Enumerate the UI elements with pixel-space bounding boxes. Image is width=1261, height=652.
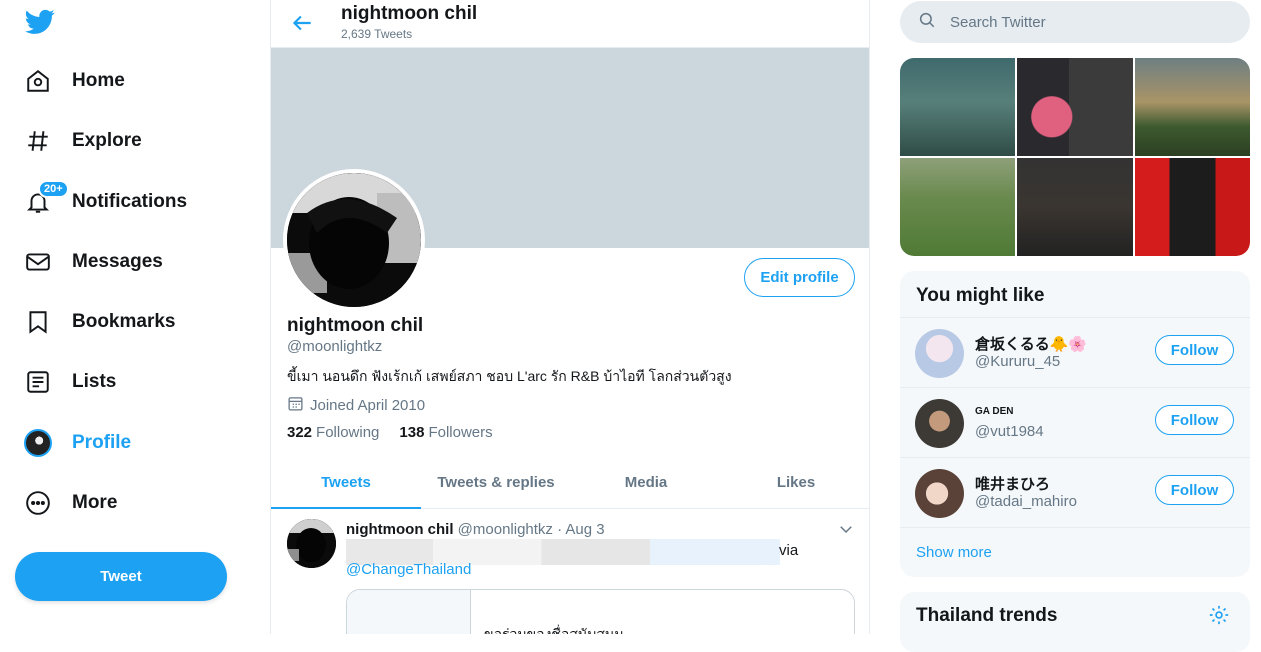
profile-stats: 322 Following 138 Followers <box>287 424 513 441</box>
twitter-logo-icon[interactable] <box>25 9 55 35</box>
trends-title: Thailand trends <box>916 605 1058 626</box>
tweet-via: via <box>779 542 799 559</box>
profile-tabs: Tweets Tweets & replies Media Likes <box>271 456 869 509</box>
right-sidebar: You might like 倉坂くるる🐥🌸 @Kururu_45 Follow… <box>870 0 1261 652</box>
followers-link[interactable]: 138 Followers <box>399 424 492 441</box>
suggestion-handle: @tadai_mahiro <box>975 493 1077 510</box>
nav-label-bookmarks: Bookmarks <box>72 311 176 332</box>
hashtag-icon <box>24 127 52 155</box>
tweet-mention-link[interactable]: @ChangeThailand <box>346 561 471 578</box>
nav-label-lists: Lists <box>72 371 117 392</box>
who-to-follow-panel: You might like 倉坂くるる🐥🌸 @Kururu_45 Follow… <box>900 271 1250 577</box>
media-thumb[interactable] <box>1134 158 1250 256</box>
suggestion-avatar <box>915 469 964 518</box>
you-might-like-title: You might like <box>916 285 1045 306</box>
suggestion-name: 倉坂くるる🐥🌸 <box>975 336 1088 353</box>
nav-label-explore: Explore <box>72 130 142 151</box>
profile-timeline: nightmoon chil 2,639 Tweets Edit profile… <box>270 0 870 634</box>
tweet-meta: @moonlightkz · Aug 3 <box>457 521 605 538</box>
profile-handle: @moonlightkz <box>287 338 383 355</box>
nav-notifications[interactable]: 20+ Notifications <box>16 179 201 225</box>
tab-tweets-replies[interactable]: Tweets & replies <box>421 456 571 508</box>
media-thumb[interactable] <box>900 158 1016 256</box>
back-arrow-icon[interactable] <box>289 10 315 36</box>
tweet-header: nightmoon chil @moonlightkz · Aug 3 <box>346 521 605 538</box>
media-grid <box>900 58 1250 256</box>
list-icon <box>24 368 52 396</box>
card-text: ขอร่วมของชื่อสนับสนุน <box>484 626 624 634</box>
nav-bookmarks[interactable]: Bookmarks <box>16 299 190 345</box>
nav-explore[interactable]: Explore <box>16 118 156 164</box>
tweet-button[interactable]: Tweet <box>15 552 227 601</box>
more-icon <box>24 489 52 517</box>
nav-more[interactable]: More <box>16 480 131 526</box>
tweet-avatar[interactable] <box>287 519 336 568</box>
suggestion-avatar <box>915 399 964 448</box>
search-bar[interactable] <box>900 1 1250 43</box>
follow-button[interactable]: Follow <box>1155 475 1234 505</box>
suggestion-avatar <box>915 329 964 378</box>
tweet-author-name[interactable]: nightmoon chil <box>346 521 453 538</box>
follow-button[interactable]: Follow <box>1155 335 1234 365</box>
nav-messages[interactable]: Messages <box>16 239 177 285</box>
suggestion-handle: @vut1984 <box>975 423 1044 440</box>
gear-icon[interactable] <box>1208 604 1230 631</box>
nav-lists[interactable]: Lists <box>16 359 130 405</box>
suggestion-row[interactable]: 倉坂くるる🐥🌸 @Kururu_45 Follow <box>900 317 1250 387</box>
calendar-icon <box>287 395 310 416</box>
card-thumbnail <box>347 590 471 634</box>
header-tweet-count: 2,639 Tweets <box>341 27 413 41</box>
follow-button[interactable]: Follow <box>1155 405 1234 435</box>
profile-header-bar: nightmoon chil 2,639 Tweets <box>271 0 869 48</box>
avatar-icon <box>24 429 52 457</box>
tab-tweets[interactable]: Tweets <box>271 456 421 509</box>
edit-profile-button[interactable]: Edit profile <box>744 258 855 297</box>
nav-label-notifications: Notifications <box>72 191 188 212</box>
media-thumb[interactable] <box>1017 158 1133 256</box>
notifications-badge: 20+ <box>38 180 69 198</box>
header-profile-name: nightmoon chil <box>341 3 478 24</box>
profile-avatar[interactable] <box>283 169 425 311</box>
suggestion-name: 唯井まひろ <box>975 476 1051 493</box>
trends-panel: Thailand trends <box>900 592 1250 652</box>
envelope-icon <box>24 248 52 276</box>
joined-text: Joined April 2010 <box>310 397 426 414</box>
nav-label-profile: Profile <box>72 432 132 453</box>
tweet-link-card[interactable]: ขอร่วมของชื่อสนับสนุน <box>346 589 855 634</box>
show-more-link[interactable]: Show more <box>900 527 1250 577</box>
suggestion-handle: @Kururu_45 <box>975 353 1061 370</box>
following-link[interactable]: 322 Following <box>287 424 379 441</box>
suggestion-row[interactable]: GA DEN @vut1984 Follow <box>900 387 1250 457</box>
suggestion-name: GA DEN <box>975 406 1014 417</box>
profile-bio: ขี้เมา นอนดึก ฟังเร้กเก้ เสพย์สภา ชอบ L'… <box>287 368 732 384</box>
media-thumb[interactable] <box>1134 58 1250 156</box>
search-icon <box>900 11 936 34</box>
profile-joined: Joined April 2010 <box>287 395 425 416</box>
nav-profile[interactable]: Profile <box>16 420 145 466</box>
search-input[interactable] <box>950 13 1220 31</box>
following-label: Following <box>316 424 380 441</box>
bookmark-icon <box>24 308 52 336</box>
media-thumb[interactable] <box>1017 58 1133 156</box>
nav-label-home: Home <box>72 70 125 91</box>
followers-count: 138 <box>399 424 425 441</box>
following-count: 322 <box>287 424 313 441</box>
bell-icon: 20+ <box>24 180 69 216</box>
home-icon <box>24 67 52 95</box>
nav-label-messages: Messages <box>72 251 163 272</box>
nav-label-more: More <box>72 492 118 513</box>
followers-label: Followers <box>428 424 493 441</box>
left-navigation: Home Explore 20+ Notifications Messages … <box>0 0 270 634</box>
suggestion-row[interactable]: 唯井まひろ @tadai_mahiro Follow <box>900 457 1250 527</box>
tab-likes[interactable]: Likes <box>721 456 869 508</box>
media-thumb[interactable] <box>900 58 1016 156</box>
nav-home[interactable]: Home <box>16 58 139 104</box>
chevron-down-icon[interactable] <box>837 520 855 538</box>
tab-media[interactable]: Media <box>571 456 721 508</box>
profile-name: nightmoon chil <box>287 315 424 336</box>
